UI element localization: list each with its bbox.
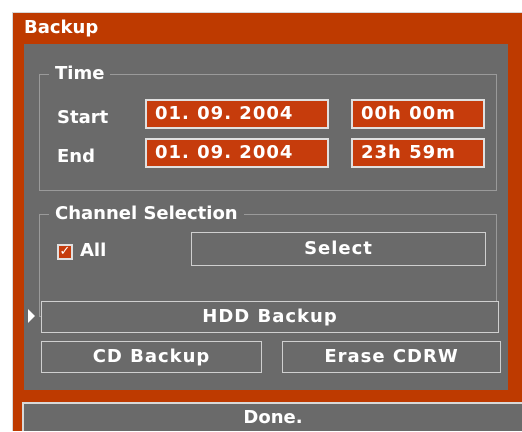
cd-backup-button[interactable]: CD Backup (41, 341, 262, 373)
end-date-field[interactable]: 01. 09. 2004 (145, 138, 329, 168)
start-date-field[interactable]: 01. 09. 2004 (145, 99, 329, 129)
window-title: Backup (24, 17, 99, 38)
backup-panel: Time Start 01. 09. 2004 00h 00m End 01. … (24, 44, 508, 390)
end-label: End (57, 146, 95, 167)
status-bar: Done. (22, 402, 522, 431)
time-legend: Time (49, 63, 111, 85)
all-checkbox[interactable]: ✓ (57, 244, 73, 260)
start-time-field[interactable]: 00h 00m (351, 99, 485, 129)
erase-cdrw-button[interactable]: Erase CDRW (282, 341, 501, 373)
start-label: Start (57, 107, 109, 128)
channel-legend: Channel Selection (49, 203, 244, 225)
time-group (39, 74, 497, 191)
select-button[interactable]: Select (191, 232, 486, 266)
pointer-right-icon (28, 309, 35, 323)
all-label: All (80, 240, 107, 261)
end-time-field[interactable]: 23h 59m (351, 138, 485, 168)
hdd-backup-button[interactable]: HDD Backup (41, 301, 499, 333)
